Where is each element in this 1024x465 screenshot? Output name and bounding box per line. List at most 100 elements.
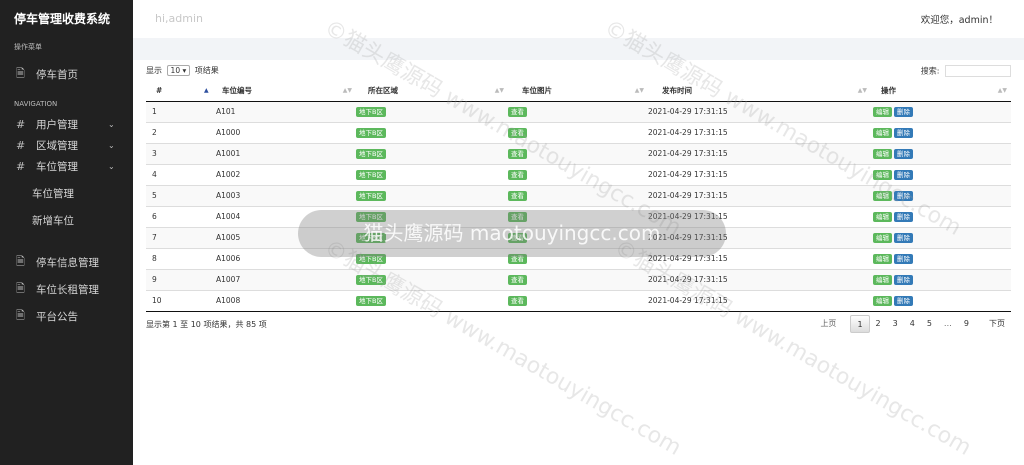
sort-asc-icon: ▲	[204, 87, 209, 94]
cell-time: 2021-04-29 17:31:15	[648, 128, 728, 137]
sidebar-item-label: 区域管理	[36, 140, 78, 152]
edit-button[interactable]: 编辑	[873, 190, 892, 201]
length-prefix: 显示	[146, 66, 162, 75]
cell-code: A1001	[216, 149, 241, 158]
cell-code: A1005	[216, 233, 241, 242]
table-row: 3 A1001 地下B区 查看 2021-04-29 17:31:15 编辑 删除	[146, 143, 1011, 164]
cell-code: A101	[216, 107, 236, 116]
sidebar-item-parking-info[interactable]: 🗎 停车信息管理	[0, 249, 133, 276]
delete-button[interactable]: 删除	[894, 169, 913, 180]
sidebar-subitem-add-space[interactable]: 新增车位	[0, 208, 133, 235]
pagination-page[interactable]: 9	[958, 315, 975, 333]
cell-num: 1	[152, 107, 157, 116]
cell-time: 2021-04-29 17:31:15	[648, 212, 728, 221]
cell-code: A1008	[216, 296, 241, 305]
column-header-actions[interactable]: 操作 ▲▼	[871, 81, 1011, 102]
sidebar-item-space-management[interactable]: # 车位管理 ⌄	[0, 156, 133, 177]
cell-code: A1003	[216, 191, 241, 200]
sidebar-item-label: 车位管理	[36, 161, 78, 173]
cell-time: 2021-04-29 17:31:15	[648, 149, 728, 158]
chevron-down-icon: ⌄	[108, 141, 115, 150]
view-image-button[interactable]: 查看	[508, 274, 527, 285]
search-input[interactable]	[945, 65, 1011, 77]
column-header-label: 操作	[881, 86, 896, 96]
edit-button[interactable]: 编辑	[873, 295, 892, 306]
edit-button[interactable]: 编辑	[873, 232, 892, 243]
sidebar-item-label: 停车信息管理	[36, 257, 99, 269]
table-row: 1 A101 地下B区 查看 2021-04-29 17:31:15 编辑 删除	[146, 101, 1011, 122]
table-row: 5 A1003 地下B区 查看 2021-04-29 17:31:15 编辑 删除	[146, 185, 1011, 206]
area-badge: 地下B区	[356, 148, 386, 159]
edit-button[interactable]: 编辑	[873, 169, 892, 180]
edit-button[interactable]: 编辑	[873, 211, 892, 222]
greeting-text: hi,admin	[155, 12, 203, 25]
cell-time: 2021-04-29 17:31:15	[648, 233, 728, 242]
cell-time: 2021-04-29 17:31:15	[648, 275, 728, 284]
table-info: 显示第 1 至 10 项结果，共 85 项	[146, 320, 267, 329]
delete-button[interactable]: 删除	[894, 148, 913, 159]
sidebar-item-long-rent[interactable]: 🗎 车位长租管理	[0, 276, 133, 303]
area-badge: 地下B区	[356, 274, 386, 285]
edit-button[interactable]: 编辑	[873, 127, 892, 138]
welcome-user[interactable]: 欢迎您，admin！	[921, 12, 998, 26]
view-image-button[interactable]: 查看	[508, 127, 527, 138]
pagination-page-current[interactable]: 1	[850, 315, 870, 333]
column-header-label: 所在区域	[368, 86, 398, 96]
column-header-area[interactable]: 所在区域 ▲▼	[356, 81, 508, 102]
delete-button[interactable]: 删除	[894, 274, 913, 285]
column-header-image[interactable]: 车位图片 ▲▼	[508, 81, 648, 102]
section-label-menu: 操作菜单	[14, 43, 42, 51]
sidebar-item-area-management[interactable]: # 区域管理 ⌄	[0, 135, 133, 156]
view-image-button[interactable]: 查看	[508, 190, 527, 201]
document-icon: 🗎	[16, 309, 25, 322]
sidebar-item-home[interactable]: 🗎 停车首页	[0, 63, 133, 86]
document-icon: 🗎	[16, 67, 25, 80]
view-image-button[interactable]: 查看	[508, 253, 527, 264]
pagination-page[interactable]: 2	[870, 315, 887, 333]
cell-code: A1002	[216, 170, 241, 179]
sidebar-item-label: 车位长租管理	[36, 284, 99, 296]
delete-button[interactable]: 删除	[894, 295, 913, 306]
view-image-button[interactable]: 查看	[508, 232, 527, 243]
edit-button[interactable]: 编辑	[873, 274, 892, 285]
table-row: 8 A1006 地下B区 查看 2021-04-29 17:31:15 编辑 删除	[146, 248, 1011, 269]
pagination-page[interactable]: 3	[887, 315, 904, 333]
sidebar-subitem-space-list[interactable]: 车位管理	[0, 181, 133, 208]
delete-button[interactable]: 删除	[894, 232, 913, 243]
sidebar-item-announcements[interactable]: 🗎 平台公告	[0, 303, 133, 330]
view-image-button[interactable]: 查看	[508, 295, 527, 306]
delete-button[interactable]: 删除	[894, 211, 913, 222]
pagination-ellipsis: …	[943, 319, 952, 328]
column-header-label: 发布时间	[662, 86, 692, 96]
delete-button[interactable]: 删除	[894, 127, 913, 138]
edit-button[interactable]: 编辑	[873, 148, 892, 159]
edit-button[interactable]: 编辑	[873, 253, 892, 264]
view-image-button[interactable]: 查看	[508, 169, 527, 180]
cell-num: 6	[152, 212, 157, 221]
cell-code: A1004	[216, 212, 241, 221]
delete-button[interactable]: 删除	[894, 106, 913, 117]
pagination-next[interactable]: 下页	[983, 315, 1011, 333]
delete-button[interactable]: 删除	[894, 253, 913, 264]
view-image-button[interactable]: 查看	[508, 106, 527, 117]
page-length-select[interactable]: 10 ▾	[166, 65, 191, 76]
cell-time: 2021-04-29 17:31:15	[648, 254, 728, 263]
pagination-page[interactable]: 4	[904, 315, 921, 333]
length-suffix: 项结果	[194, 66, 219, 75]
column-header-code[interactable]: 车位编号 ▲▼	[216, 81, 356, 102]
column-header-time[interactable]: 发布时间 ▲▼	[648, 81, 871, 102]
pagination-prev[interactable]: 上页	[814, 315, 842, 333]
view-image-button[interactable]: 查看	[508, 148, 527, 159]
pagination-page[interactable]: 5	[921, 315, 938, 333]
sidebar-item-label: 平台公告	[36, 311, 78, 323]
chevron-down-icon: ⌄	[108, 120, 115, 129]
column-header-num[interactable]: # ▲	[146, 81, 216, 102]
cell-num: 10	[152, 296, 162, 305]
delete-button[interactable]: 删除	[894, 190, 913, 201]
table-row: 9 A1007 地下B区 查看 2021-04-29 17:31:15 编辑 删除	[146, 269, 1011, 290]
sidebar-item-user-management[interactable]: # 用户管理 ⌄	[0, 114, 133, 135]
edit-button[interactable]: 编辑	[873, 106, 892, 117]
app-title: 停车管理收费系统	[14, 12, 111, 26]
cell-time: 2021-04-29 17:31:15	[648, 296, 728, 305]
view-image-button[interactable]: 查看	[508, 211, 527, 222]
